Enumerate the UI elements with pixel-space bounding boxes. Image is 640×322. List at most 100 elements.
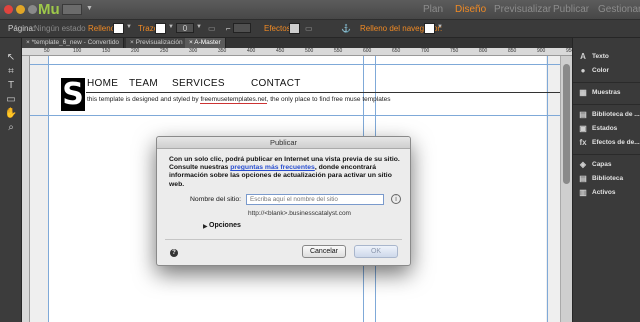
site-name-input[interactable] (246, 194, 384, 205)
tab-label: *template_6_new - Convertido (31, 39, 120, 46)
chevron-down-icon[interactable]: ▼ (437, 24, 443, 30)
panel-item-library-widgets[interactable]: ▤ Biblioteca de ... (573, 108, 640, 122)
document-tabs: × *template_6_new - Convertido × Previsu… (22, 38, 572, 48)
control-bar: Página: Ningún estado Relleno: ▼ Trazo ▼… (0, 20, 640, 38)
nav-contact[interactable]: CONTACT (251, 78, 301, 89)
panel-item-label: Muestras (592, 89, 621, 96)
ruler-tick-label: 700 (421, 48, 430, 54)
dialog-divider (165, 239, 402, 240)
guide-line (30, 115, 560, 116)
zoom-level-field[interactable] (62, 4, 82, 15)
browser-fill-swatch[interactable] (424, 23, 435, 34)
help-icon[interactable]: ? (170, 249, 178, 257)
hand-tool-icon[interactable]: ✋ (4, 108, 18, 120)
panel-item-label: Activos (592, 189, 616, 196)
panel-divider (573, 104, 640, 105)
info-icon[interactable]: i (391, 194, 401, 204)
close-window-icon[interactable] (4, 5, 13, 14)
vertical-scrollbar[interactable] (560, 56, 572, 322)
panel-item-color[interactable]: ● Color (573, 64, 640, 78)
swatches-icon: ▦ (579, 88, 587, 97)
panel-item-label: Biblioteca de ... (592, 111, 640, 118)
panel-divider (573, 82, 640, 83)
corner-radius-icon[interactable]: ⌐ (226, 24, 231, 33)
corner-radius-field[interactable] (233, 23, 251, 33)
mode-design[interactable]: Diseño (455, 4, 486, 15)
anchor-icon[interactable]: ⚓ (341, 24, 351, 33)
tab-template[interactable]: × *template_6_new - Convertido (22, 38, 125, 48)
panel-item-layers[interactable]: ◈ Capas (573, 158, 640, 172)
panel-divider (573, 154, 640, 155)
nav-services[interactable]: SERVICES (172, 78, 225, 89)
library-icon: ▤ (579, 110, 587, 119)
effects-swatch[interactable] (289, 23, 300, 34)
site-logo[interactable]: S (61, 78, 85, 111)
chevron-down-icon[interactable]: ▼ (86, 5, 93, 12)
panel-item-library[interactable]: ▤ Biblioteca (573, 172, 640, 186)
ruler-tick-label: 450 (276, 48, 285, 54)
tab-a-master[interactable]: × A-Master (185, 38, 226, 48)
panel-item-assets[interactable]: ▥ Activos (573, 186, 640, 200)
dialog-message: Con un solo clic, podrá publicar en Inte… (169, 156, 401, 189)
page-state-select[interactable]: Ningún estado (34, 24, 86, 33)
zoom-window-icon[interactable] (28, 5, 37, 14)
site-name-label: Nombre del sitio: (190, 196, 241, 203)
fill-swatch[interactable] (113, 23, 124, 34)
panel-item-text[interactable]: A Texto (573, 50, 640, 64)
chevron-down-icon[interactable]: ▼ (168, 24, 174, 30)
panel-item-label: Capas (592, 161, 612, 168)
ruler-tick-label: 600 (363, 48, 372, 54)
vertical-ruler (22, 56, 30, 322)
panel-item-effects[interactable]: fx Efectos de de... (573, 136, 640, 150)
panel-item-label: Efectos de de... (592, 139, 640, 146)
zoom-tool-icon[interactable]: ⌕ (4, 122, 18, 134)
ruler-tick-label: 500 (305, 48, 314, 54)
rectangle-tool-icon[interactable]: ▭ (4, 94, 18, 106)
site-url-preview: http://<blank>.businesscatalyst.com (248, 210, 351, 217)
mode-publish[interactable]: Publicar (553, 4, 589, 15)
ruler-tick-label: 50 (44, 48, 50, 54)
tagline-link[interactable]: freemusetemplates.net (200, 96, 267, 104)
options-toggle[interactable]: Opciones (209, 222, 241, 229)
tagline-text: this template is designed and styled by (87, 96, 201, 103)
guide-line (30, 64, 560, 65)
layers-icon: ◈ (579, 160, 587, 169)
minimize-window-icon[interactable] (16, 5, 25, 14)
ruler-tick-label: 550 (334, 48, 343, 54)
selection-tool-icon[interactable]: ↖ (4, 52, 18, 64)
effects-more-icon[interactable]: ▭ (305, 24, 313, 33)
crop-tool-icon[interactable]: ⌗ (4, 66, 18, 78)
ok-button[interactable]: OK (354, 245, 398, 258)
cancel-button[interactable]: Cancelar (302, 245, 346, 258)
guide-line (547, 56, 548, 322)
scrollbar-thumb[interactable] (563, 64, 570, 184)
chevron-down-icon[interactable]: ▼ (126, 24, 132, 30)
nav-home[interactable]: HOME (87, 78, 118, 89)
ruler-tick-label: 750 (450, 48, 459, 54)
disclosure-triangle-icon[interactable]: ▶ (203, 223, 208, 230)
mode-plan[interactable]: Plan (423, 4, 443, 15)
nav-team[interactable]: TEAM (129, 78, 158, 89)
menu-bar: Mu ▼ Plan Diseño Previsualizar Publicar … (0, 0, 640, 20)
faq-link[interactable]: preguntas más frecuentes (230, 164, 315, 171)
mode-manage[interactable]: Gestionar (598, 4, 640, 15)
ruler-tick-label: 900 (537, 48, 546, 54)
stroke-align-icon[interactable]: ▭ (208, 24, 216, 33)
nav-divider (86, 92, 560, 93)
site-tagline: this template is designed and styled by … (87, 96, 391, 104)
panel-item-states[interactable]: ▣ Estados (573, 122, 640, 136)
mode-preview[interactable]: Previsualizar (494, 4, 551, 15)
stroke-width-field[interactable]: 0 (176, 23, 194, 33)
states-icon: ▣ (579, 124, 587, 133)
panel-item-swatches[interactable]: ▦ Muestras (573, 86, 640, 100)
library-icon: ▤ (579, 174, 587, 183)
text-tool-icon[interactable]: T (4, 80, 18, 92)
publish-dialog: Publicar Con un solo clic, podrá publica… (156, 136, 411, 266)
ruler-tick-label: 350 (218, 48, 227, 54)
chevron-down-icon[interactable]: ▼ (196, 24, 202, 30)
tab-preview[interactable]: × Previsualización (126, 38, 188, 48)
app-logo: Mu (38, 1, 60, 18)
panel-item-label: Color (592, 67, 609, 74)
page-label: Página: (8, 24, 36, 33)
stroke-swatch[interactable] (155, 23, 166, 34)
